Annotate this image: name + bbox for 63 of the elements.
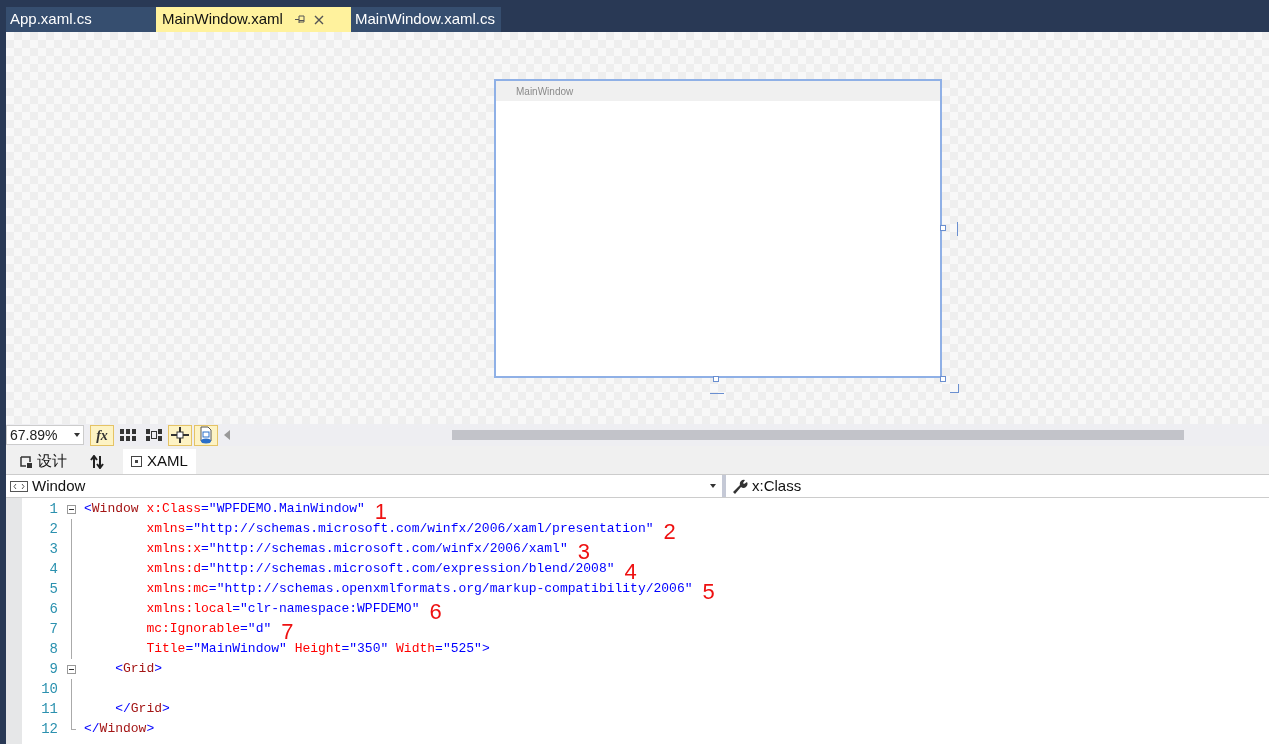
code-line: xmlns="http://schemas.microsoft.com/winfx/2006/xaml/presentation" xyxy=(145,520,654,539)
line-number: 10 xyxy=(40,679,58,699)
snap-grid-icon xyxy=(146,429,162,441)
zoom-dropdown[interactable]: 67.89% xyxy=(6,425,84,445)
wrench-icon xyxy=(732,478,748,494)
annotation-number: 3 xyxy=(577,542,590,562)
line-number: 3 xyxy=(48,539,58,559)
view-tab[interactable]: XAML xyxy=(123,449,196,474)
caret-icon xyxy=(74,433,80,437)
element-icon xyxy=(10,480,28,492)
horizontal-scrollbar[interactable] xyxy=(452,430,1184,440)
annotation-number: 2 xyxy=(663,522,676,542)
grid-icon xyxy=(120,429,136,441)
code-line: <Window x:Class="WPFDEMO.MainWindow" xyxy=(84,500,365,519)
ruler-mark xyxy=(957,222,958,236)
resize-handle[interactable] xyxy=(940,225,946,231)
resize-handle[interactable] xyxy=(713,376,719,382)
corner-mark xyxy=(950,384,959,393)
line-number: 6 xyxy=(48,599,58,619)
design-icon xyxy=(20,455,32,468)
annotation-number: 1 xyxy=(374,502,388,522)
line-number: 11 xyxy=(40,699,58,719)
annotation-number: 5 xyxy=(702,582,715,602)
snap-lines-icon xyxy=(171,427,189,443)
line-number: 12 xyxy=(40,719,58,739)
preview-window-title: MainWindow xyxy=(516,84,574,99)
document-tab[interactable]: MainWindow.xaml xyxy=(156,7,351,32)
code-line: </Grid> xyxy=(114,700,170,719)
xaml-icon xyxy=(131,456,142,467)
line-number: 8 xyxy=(48,639,58,659)
ruler-mark xyxy=(710,393,724,394)
document-tab[interactable]: MainWindow.xaml.cs xyxy=(351,7,501,32)
collapse-icon[interactable] xyxy=(66,504,76,514)
member-dropdown[interactable]: x:Class xyxy=(726,475,1269,497)
code-line: xmlns:x="http://schemas.microsoft.com/winfx/2006/xaml" xyxy=(145,540,568,559)
code-line: Title="MainWindow" Height="350" Width="525"> xyxy=(145,640,490,659)
code-line: mc:Ignorable="d" xyxy=(145,620,272,639)
annotation-number: 7 xyxy=(281,622,294,642)
line-number: 9 xyxy=(48,659,58,679)
toolbar-button[interactable] xyxy=(168,424,192,446)
annotation-number: 4 xyxy=(624,562,637,582)
artboard-icon xyxy=(198,426,214,444)
toolbar-button[interactable]: fx xyxy=(90,424,114,446)
code-line: xmlns:mc="http://schemas.openxmlformats.org/markup-compatibility/2006" xyxy=(145,580,693,599)
document-tab[interactable]: App.xaml.cs xyxy=(6,7,156,32)
annotation-number: 6 xyxy=(429,602,442,622)
line-number: 2 xyxy=(48,519,58,539)
pin-icon[interactable] xyxy=(294,15,306,24)
line-number: 1 xyxy=(48,499,58,519)
code-line: xmlns:local="clr-namespace:WPFDEMO" xyxy=(145,600,420,619)
view-tab[interactable]: 设计 xyxy=(16,449,71,474)
fx-label: fx xyxy=(96,426,108,445)
caret-icon xyxy=(710,484,716,488)
resize-handle[interactable] xyxy=(940,376,946,382)
code-line: xmlns:d="http://schemas.microsoft.com/expression/blend/2008" xyxy=(145,560,615,579)
code-line: <Grid> xyxy=(114,660,163,679)
close-icon[interactable] xyxy=(313,14,324,25)
swap-arrows-icon xyxy=(90,455,104,469)
line-number: 4 xyxy=(48,559,58,579)
collapse-icon[interactable] xyxy=(66,664,76,674)
line-number: 7 xyxy=(48,619,58,639)
line-number: 5 xyxy=(48,579,58,599)
code-line: </Window> xyxy=(84,720,155,739)
